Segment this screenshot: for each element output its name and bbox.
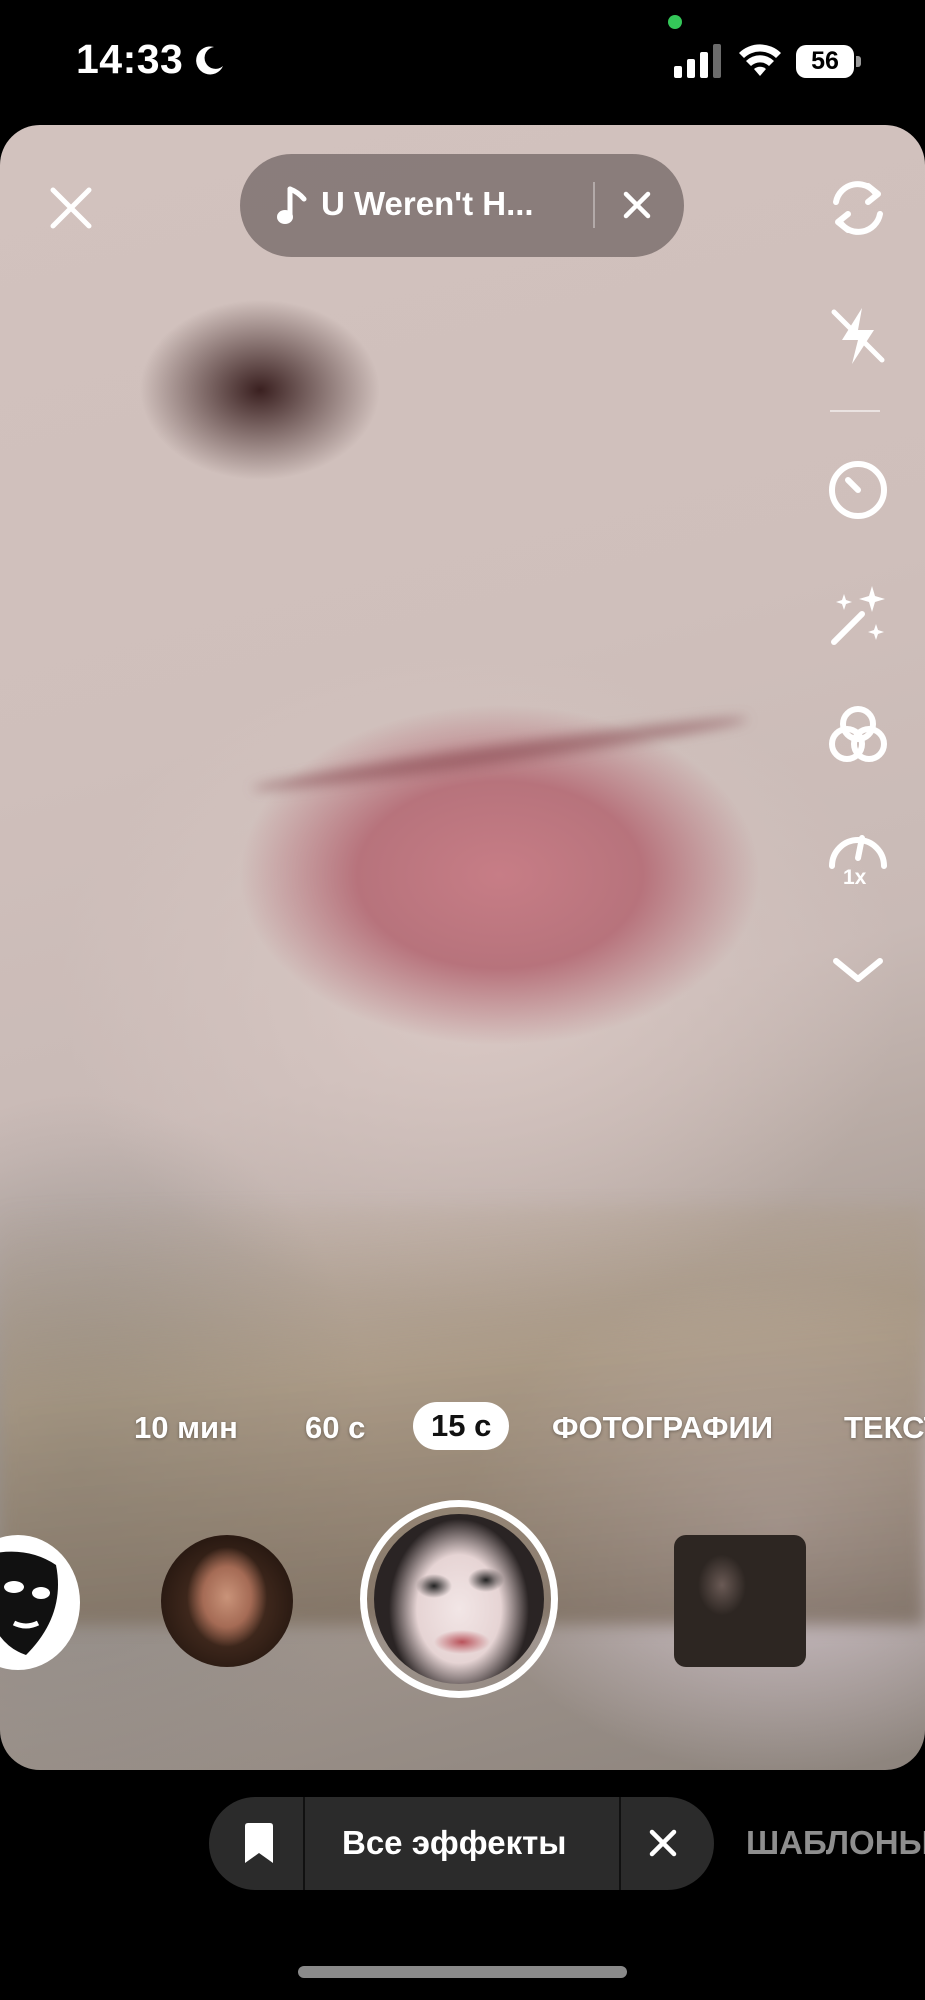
selected-face-effect[interactable] <box>374 1514 544 1684</box>
home-indicator[interactable] <box>298 1966 627 1978</box>
flash-off-icon[interactable] <box>822 300 894 372</box>
portrait-effect[interactable] <box>161 1535 293 1667</box>
all-effects-button[interactable]: Все эффекты <box>342 1824 566 1862</box>
bookmark-icon[interactable] <box>243 1823 275 1865</box>
status-bar: 14:33 56 <box>0 0 925 120</box>
cellular-signal-icon <box>674 44 721 78</box>
flip-camera-icon[interactable] <box>822 172 894 244</box>
close-icon[interactable] <box>48 185 94 231</box>
pill-divider <box>619 1797 621 1890</box>
battery-icon: 56 <box>796 45 862 78</box>
mode-text[interactable]: ТЕКСТ <box>844 1410 925 1446</box>
chevron-down-icon[interactable] <box>822 935 894 1007</box>
battery-level: 56 <box>796 45 854 78</box>
close-effects-close-icon[interactable] <box>649 1829 677 1857</box>
remove-sound-close-icon[interactable] <box>622 190 652 220</box>
preview-detail <box>251 710 749 798</box>
enhance-sparkle-icon[interactable] <box>822 580 894 652</box>
mode-photos[interactable]: ФОТОГРАФИИ <box>552 1410 773 1446</box>
status-time: 14:33 <box>76 36 184 82</box>
pill-divider <box>303 1797 305 1890</box>
mode-60-sec[interactable]: 60 с <box>305 1410 365 1446</box>
battery-cap <box>856 56 861 67</box>
mode-10-min[interactable]: 10 мин <box>134 1410 238 1446</box>
music-note-icon <box>277 186 307 224</box>
moon-icon <box>196 46 223 75</box>
capture-mode-selector: 10 мин 60 с 15 с ФОТОГРАФИИ ТЕКСТ <box>0 1400 925 1460</box>
rail-divider <box>830 410 880 412</box>
sound-title[interactable]: U Weren't H... <box>321 185 534 223</box>
sound-divider <box>593 182 595 228</box>
templates-tab[interactable]: ШАБЛОНЫ <box>746 1824 925 1862</box>
camera-in-use-indicator <box>668 15 682 29</box>
filters-icon[interactable] <box>822 700 894 772</box>
timer-icon[interactable] <box>822 452 894 524</box>
wifi-icon <box>739 44 781 76</box>
mode-15-sec-selected[interactable]: 15 с <box>413 1402 510 1450</box>
speed-label: 1x <box>843 866 867 889</box>
photo-effect[interactable] <box>674 1535 806 1667</box>
